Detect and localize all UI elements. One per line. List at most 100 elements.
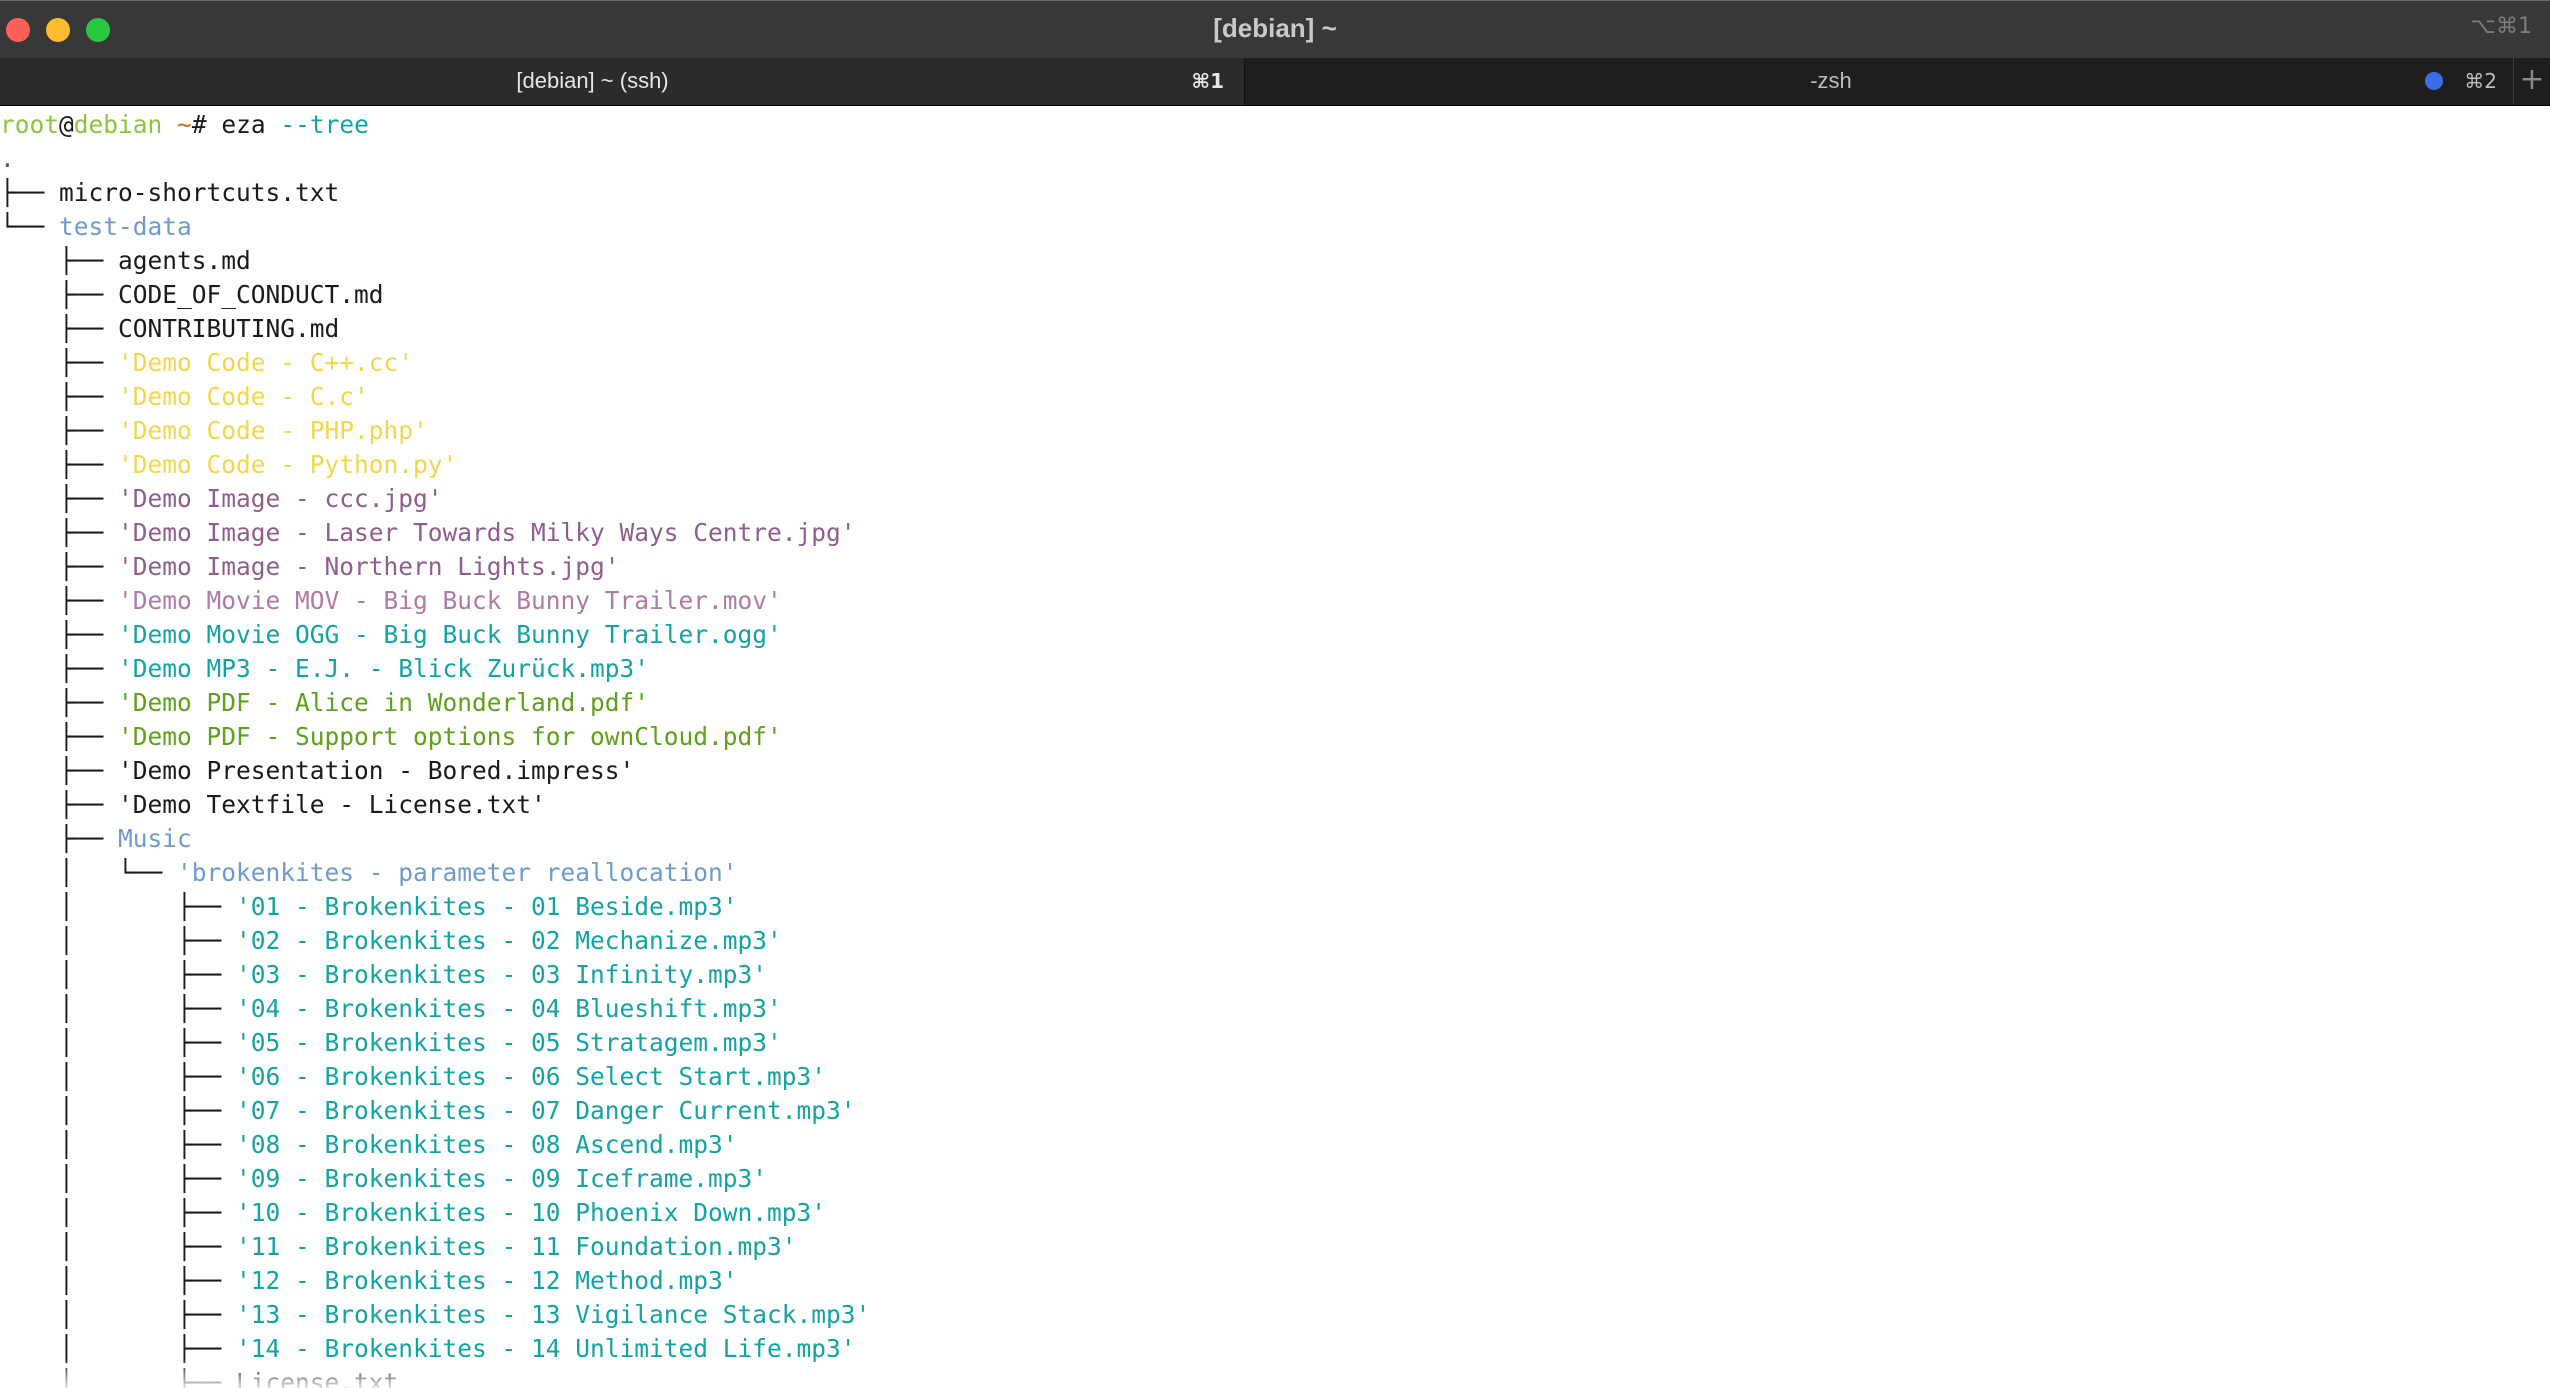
tree-entry: ├── 'Demo Code - C.c' (0, 380, 369, 414)
tree-entry-name: 'brokenkites - parameter reallocation' (177, 858, 738, 887)
tab-zsh[interactable]: -zsh ⌘2 (1246, 58, 2514, 105)
window-shortcut-label: ⌥⌘1 (2470, 14, 2532, 39)
prompt-line: root@debian ~# eza --tree (0, 108, 369, 142)
tree-branch: └── (0, 212, 60, 241)
tree-entry: │ ├── '10 - Brokenkites - 10 Phoenix Dow… (0, 1196, 826, 1230)
tree-entry-name: '07 - Brokenkites - 07 Danger Current.mp… (236, 1096, 856, 1125)
tree-branch: │ ├── (0, 1028, 237, 1057)
tree-entry: ├── 'Demo Image - Laser Towards Milky Wa… (0, 516, 856, 550)
tree-branch: │ ├── (0, 1334, 237, 1363)
terminal-window: [debian] ~ ⌥⌘1 [debian] ~ (ssh) ⌘1 -zsh … (0, 0, 2550, 1388)
tree-entry-name: test-data (59, 212, 192, 241)
tree-branch: │ ├── (0, 1266, 237, 1295)
tree-branch: ├── (0, 450, 119, 479)
tree-entry: ├── 'Demo Image - ccc.jpg' (0, 482, 443, 516)
tree-branch: ├── (0, 382, 119, 411)
tree-entry: ├── 'Demo Code - PHP.php' (0, 414, 428, 448)
tree-branch: ├── (0, 518, 119, 547)
tree-entry-name: 'Demo Movie OGG - Big Buck Bunny Trailer… (118, 620, 782, 649)
tree-entry-name: '01 - Brokenkites - 01 Beside.mp3' (236, 892, 738, 921)
tree-entry-name: '12 - Brokenkites - 12 Method.mp3' (236, 1266, 738, 1295)
tree-branch: ├── (0, 484, 119, 513)
tree-entry: ├── 'Demo Textfile - License.txt' (0, 788, 546, 822)
tree-entry: └── test-data (0, 210, 192, 244)
tree-entry-name: '09 - Brokenkites - 09 Iceframe.mp3' (236, 1164, 768, 1193)
tree-entry: ├── 'Demo Presentation - Bored.impress' (0, 754, 634, 788)
tree-entry-name: '06 - Brokenkites - 06 Select Start.mp3' (236, 1062, 827, 1091)
tree-entry-name: 'Demo Code - C++.cc' (118, 348, 414, 377)
tree-entry: ├── 'Demo PDF - Alice in Wonderland.pdf' (0, 686, 649, 720)
tree-branch: │ ├── (0, 1368, 237, 1388)
tree-branch: ├── (0, 314, 119, 343)
tree-branch: │ ├── (0, 926, 237, 955)
tree-entry-name: 'Demo MP3 - E.J. - Blick Zurück.mp3' (118, 654, 650, 683)
tree-branch: │ ├── (0, 994, 237, 1023)
command-args: --tree (265, 110, 369, 139)
tree-entry-name: CONTRIBUTING.md (118, 314, 340, 343)
tree-entry-name: '05 - Brokenkites - 05 Stratagem.mp3' (236, 1028, 782, 1057)
tree-entry-name: 'Demo Code - C.c' (118, 382, 369, 411)
tree-entry: ├── agents.md (0, 244, 251, 278)
prompt-path: ~ (162, 110, 192, 139)
tree-entry: ├── 'Demo Image - Northern Lights.jpg' (0, 550, 620, 584)
tree-entry: │ ├── '02 - Brokenkites - 02 Mechanize.m… (0, 924, 782, 958)
tree-branch: ├── (0, 654, 119, 683)
tree-branch: ├── (0, 280, 119, 309)
tree-entry: ├── 'Demo PDF - Support options for ownC… (0, 720, 782, 754)
tree-entry-name: micro-shortcuts.txt (59, 178, 340, 207)
tree-entry: │ ├── '08 - Brokenkites - 08 Ascend.mp3' (0, 1128, 738, 1162)
tree-entry: │ ├── '06 - Brokenkites - 06 Select Star… (0, 1060, 826, 1094)
tree-entry-name: 'Demo Code - PHP.php' (118, 416, 428, 445)
tree-branch: │ ├── (0, 1198, 237, 1227)
tree-branch: │ ├── (0, 892, 237, 921)
tree-branch: ├── (0, 178, 60, 207)
tree-entry: │ ├── '01 - Brokenkites - 01 Beside.mp3' (0, 890, 738, 924)
tree-entry-name: 'Demo Movie MOV - Big Buck Bunny Trailer… (118, 586, 782, 615)
tree-entry: │ ├── '14 - Brokenkites - 14 Unlimited L… (0, 1332, 856, 1366)
tab-label: [debian] ~ (ssh) (516, 68, 669, 93)
tree-entry-name: 'Demo Presentation - Bored.impress' (118, 756, 635, 785)
tree-entry-name: '11 - Brokenkites - 11 Foundation.mp3' (236, 1232, 797, 1261)
tree-branch: │ ├── (0, 1232, 237, 1261)
tree-entry-name: License.txt (236, 1368, 399, 1388)
tree-branch: │ ├── (0, 960, 237, 989)
tree-entry-name: '04 - Brokenkites - 04 Blueshift.mp3' (236, 994, 782, 1023)
tree-branch: ├── (0, 620, 119, 649)
tab-debian-ssh[interactable]: [debian] ~ (ssh) ⌘1 (0, 58, 1245, 105)
tree-entry-name: '08 - Brokenkites - 08 Ascend.mp3' (236, 1130, 738, 1159)
tree-branch: │ ├── (0, 1130, 237, 1159)
tab-label: -zsh (1810, 68, 1852, 93)
title-bar[interactable]: [debian] ~ ⌥⌘1 (0, 0, 2550, 58)
tree-entry-name: '14 - Brokenkites - 14 Unlimited Life.mp… (236, 1334, 856, 1363)
tree-branch: ├── (0, 756, 119, 785)
tab-bar: [debian] ~ (ssh) ⌘1 -zsh ⌘2 + (0, 58, 2550, 106)
tree-entry: ├── CONTRIBUTING.md (0, 312, 339, 346)
tab-shortcut-label: ⌘2 (2464, 69, 2497, 93)
tree-branch: ├── (0, 416, 119, 445)
tree-branch: ├── (0, 348, 119, 377)
tree-entry-name: 'Demo Code - Python.py' (118, 450, 458, 479)
tree-branch: ├── (0, 722, 119, 751)
tree-branch: . (0, 144, 15, 173)
prompt-symbol: # (191, 110, 222, 139)
new-tab-button[interactable]: + (2514, 58, 2550, 105)
tree-entry: ├── Music (0, 822, 192, 856)
tree-branch: ├── (0, 552, 119, 581)
tree-entry: . (0, 142, 15, 176)
tree-entry: ├── 'Demo Movie MOV - Big Buck Bunny Tra… (0, 584, 782, 618)
tree-entry: │ └── 'brokenkites - parameter reallocat… (0, 856, 738, 890)
terminal-output[interactable]: root@debian ~# eza --tree . ├── micro-sho… (0, 106, 2550, 1388)
tree-entry: ├── 'Demo Code - C++.cc' (0, 346, 413, 380)
tree-entry-name: 'Demo PDF - Support options for ownCloud… (118, 722, 782, 751)
tree-entry: ├── 'Demo Code - Python.py' (0, 448, 457, 482)
tree-entry: │ ├── '09 - Brokenkites - 09 Iceframe.mp… (0, 1162, 767, 1196)
prompt-at: @ (59, 110, 74, 139)
tree-entry: │ ├── '12 - Brokenkites - 12 Method.mp3' (0, 1264, 738, 1298)
tree-entry: │ ├── '07 - Brokenkites - 07 Danger Curr… (0, 1094, 856, 1128)
tree-entry-name: CODE_OF_CONDUCT.md (118, 280, 384, 309)
tree-branch: ├── (0, 246, 119, 275)
tree-branch: │ ├── (0, 1096, 237, 1125)
tree-branch: │ ├── (0, 1300, 237, 1329)
tree-branch: ├── (0, 790, 119, 819)
tree-entry-name: 'Demo Image - Northern Lights.jpg' (118, 552, 620, 581)
